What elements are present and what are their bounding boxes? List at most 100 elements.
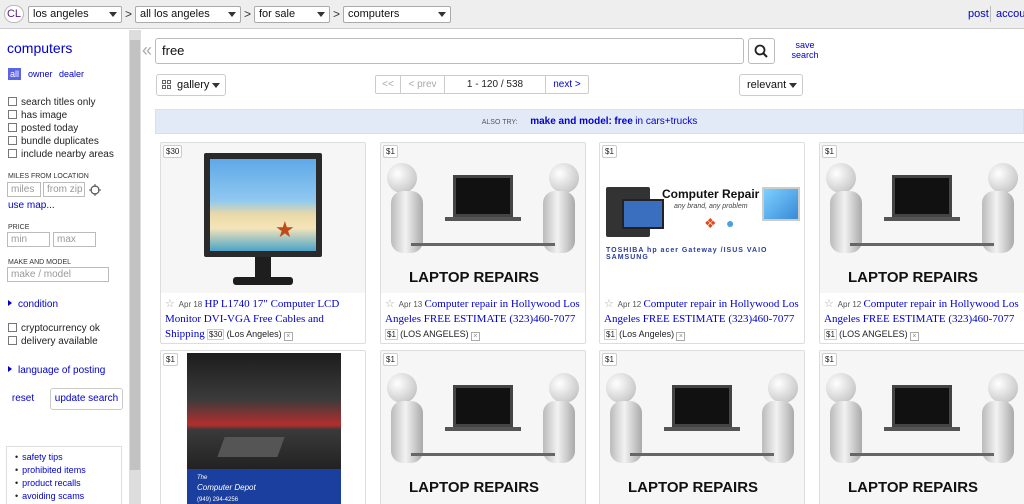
area-select[interactable]: los angeles [28,6,122,23]
miles-input[interactable]: miles [7,182,41,197]
listing-image[interactable]: LAPTOP REPAIRS [600,351,804,504]
listing-card[interactable]: LAPTOP REPAIRS $1 [380,350,586,504]
listing-card[interactable]: LAPTOP REPAIRS $1 [819,350,1024,504]
hide-listing-icon[interactable]: × [283,332,293,341]
make-model-input[interactable]: make / model [7,267,109,282]
segment-owner[interactable]: owner [26,68,55,80]
safety-tips-link[interactable]: safety tips [15,451,117,464]
first-page-button[interactable]: << [376,76,400,93]
checkbox[interactable] [8,336,17,345]
listing-meta: ☆ Apr 18 HP L1740 17" Computer LCD Monit… [165,297,365,342]
reset-button[interactable]: reset [6,388,40,410]
listing-card[interactable]: The Computer Depot (949) 294-4256 $1 [160,350,366,504]
listing-price: $30 [206,329,225,340]
listing-card[interactable]: LAPTOP REPAIRS $1 [599,350,805,504]
search-input[interactable]: free [155,38,744,64]
price-badge: $1 [163,353,178,366]
listing-image[interactable]: LAPTOP REPAIRS [381,351,585,504]
hide-listing-icon[interactable]: × [909,332,919,341]
save-search-link[interactable]: save search [786,40,824,60]
also-try-rest[interactable]: in cars+trucks [635,116,697,127]
listing-image[interactable]: ★ [161,143,365,293]
listing-image[interactable]: LAPTOP REPAIRS [820,143,1024,293]
listing-image[interactable]: LAPTOP REPAIRS [820,351,1024,504]
include-nearby-areas-option[interactable]: include nearby areas [8,149,114,161]
checkbox[interactable] [8,323,17,332]
figure-head [826,373,856,403]
subarea-select[interactable]: all los angeles [135,6,241,23]
account-link[interactable]: account [996,8,1024,20]
checkbox[interactable] [8,149,17,158]
use-map-link[interactable]: use map... [8,200,55,211]
craigslist-logo[interactable]: CL [4,5,24,23]
avoiding-scams-link[interactable]: avoiding scams [15,490,117,503]
laptop-icon [892,175,952,217]
make-model-label: MAKE AND MODEL [8,259,72,266]
search-icon [754,44,768,58]
depot-phone: (949) 294-4256 [197,497,239,503]
listing-card[interactable]: LAPTOP REPAIRS $1 ☆ Apr 13 Computer repa… [380,142,586,344]
listing-card[interactable]: Computer Repair any brand, any problem ❖… [599,142,805,344]
has-image-option[interactable]: has image [8,110,67,122]
chevron-down-icon [317,12,325,17]
product-recalls-link[interactable]: product recalls [15,477,117,490]
checkbox[interactable] [8,136,17,145]
min-price-input[interactable]: min [7,232,50,247]
prohibited-items-link[interactable]: prohibited items [15,464,117,477]
delivery-available-option[interactable]: delivery available [8,336,98,348]
posted-today-option[interactable]: posted today [8,123,78,135]
miles-label: MILES FROM LOCATION [8,173,89,180]
hide-listing-icon[interactable]: × [676,332,686,341]
zip-input[interactable]: from zip [43,182,85,197]
update-search-button[interactable]: update search [50,388,123,410]
figure-head [768,373,798,403]
figure-head [826,163,856,193]
option-label: cryptocurrency ok [21,323,100,334]
sidebar-scrollbar-thumb[interactable] [130,40,140,470]
collapse-sidebar-icon[interactable]: « [142,40,152,61]
also-try-banner: ALSO TRY: make and model: free in cars+t… [155,109,1024,134]
option-label: bundle duplicates [21,136,99,147]
bundle-duplicates-option[interactable]: bundle duplicates [8,136,99,148]
post-link[interactable]: post [968,8,989,20]
listing-image[interactable]: The Computer Depot (949) 294-4256 [161,351,365,504]
favorite-star-icon[interactable]: ☆ [604,298,614,310]
section-select[interactable]: for sale [254,6,330,23]
sort-dropdown[interactable]: relevant [739,74,803,96]
next-page-button[interactable]: next > [546,76,588,93]
favorite-star-icon[interactable]: ☆ [824,298,834,310]
checkbox[interactable] [8,110,17,119]
cryptocurrency-ok-option[interactable]: cryptocurrency ok [8,323,100,335]
listing-card[interactable]: ★ $30 ☆ Apr 18 HP L1740 17" Computer LCD… [160,142,366,344]
price-label: PRICE [8,224,30,231]
hide-listing-icon[interactable]: × [470,332,480,341]
listing-card[interactable]: LAPTOP REPAIRS $1 ☆ Apr 12 Computer repa… [819,142,1024,344]
max-price-input[interactable]: max [53,232,96,247]
category-select[interactable]: computers [343,6,451,23]
listing-price: $1 [604,329,617,340]
location-target-icon[interactable] [89,184,101,196]
listing-image[interactable]: Computer Repair any brand, any problem ❖… [600,143,804,293]
checkbox[interactable] [8,97,17,106]
favorite-star-icon[interactable]: ☆ [385,298,395,310]
category-title[interactable]: computers [7,40,72,56]
subarea-select-value: all los angeles [140,8,210,20]
checkbox[interactable] [8,123,17,132]
language-toggle[interactable]: language of posting [8,365,105,376]
view-mode-dropdown[interactable]: gallery [156,74,226,96]
laptop-base [445,217,521,221]
condition-toggle[interactable]: condition [8,299,58,310]
favorite-star-icon[interactable]: ☆ [165,298,175,310]
segment-all[interactable]: all [8,68,22,80]
listing-date: Apr 18 [178,300,203,309]
search-titles-only-option[interactable]: search titles only [8,97,95,109]
windows-logo-icon: ❖ [704,215,717,231]
imac-image [762,187,800,221]
also-try-link[interactable]: make and model: [530,116,612,127]
search-button[interactable] [748,38,775,64]
prev-page-button[interactable]: < prev [401,76,444,93]
listing-image[interactable]: LAPTOP REPAIRS [381,143,585,293]
also-try-term[interactable]: free [614,116,632,127]
segment-dealer[interactable]: dealer [57,68,86,80]
laptop-icon [672,385,732,427]
